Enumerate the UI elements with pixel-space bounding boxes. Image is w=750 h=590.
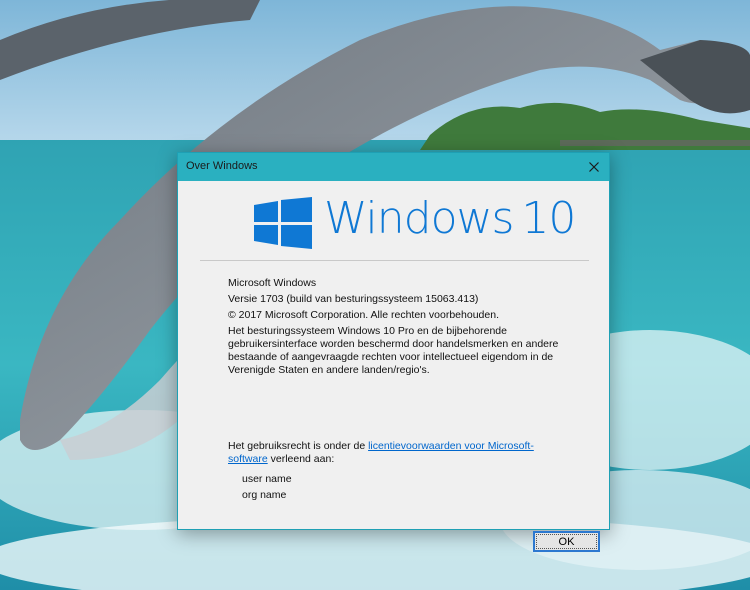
org-name: org name (242, 489, 287, 501)
dialog-body: Windows 10 Microsoft Windows Versie 1703 … (178, 181, 609, 552)
version-text: Versie 1703 (build van besturingssysteem… (228, 293, 479, 305)
about-windows-dialog: Over Windows Windows 10 Microsoft Windows… (177, 152, 610, 552)
close-icon (589, 162, 599, 172)
windows-10-logo: Windows 10 (254, 193, 576, 253)
ok-button[interactable]: OK (533, 531, 600, 552)
dialog-title: Over Windows (186, 160, 258, 172)
logo-word: Windows (324, 193, 514, 244)
license-suffix: verleend aan: (267, 453, 335, 465)
license-prefix: Het gebruiksrecht is onder de (228, 440, 369, 452)
logo-wordmark: Windows 10 (324, 193, 576, 244)
product-name: Microsoft Windows (228, 277, 317, 289)
close-button[interactable] (579, 153, 609, 181)
windows-logo-icon (254, 197, 312, 249)
licensed-to: user name org name (242, 471, 292, 503)
user-name: user name (242, 473, 292, 485)
logo-version: 10 (521, 193, 576, 244)
focus-rectangle (536, 534, 597, 549)
title-bar[interactable]: Over Windows (178, 153, 609, 181)
product-info: Microsoft Windows Versie 1703 (build van… (228, 277, 568, 377)
license-statement: Het gebruiksrecht is onder de licentievo… (228, 440, 558, 466)
copyright-text: © 2017 Microsoft Corporation. Alle recht… (228, 309, 499, 321)
separator (200, 260, 589, 261)
description-text: Het besturingssysteem Windows 10 Pro en … (228, 325, 559, 376)
